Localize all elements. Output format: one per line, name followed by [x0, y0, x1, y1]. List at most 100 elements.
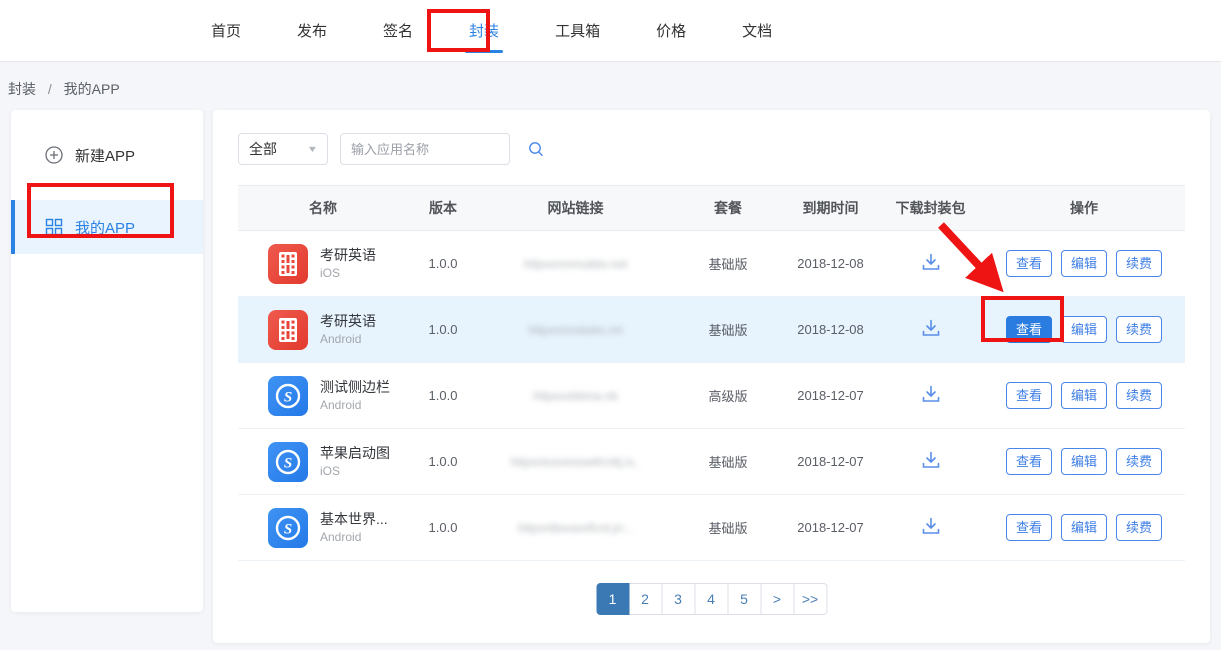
app-name-cell: S 基本世界...Android: [238, 508, 408, 548]
expiry-cell: 2018-12-08: [783, 256, 878, 271]
version-cell: 1.0.0: [408, 520, 478, 535]
chevron-down-icon: ▼: [307, 144, 319, 154]
table-row: S 苹果启动图iOS 1.0.0 httpxntusnesswtfcnttj.ix..…: [238, 429, 1185, 495]
plan-cell: 基础版: [673, 254, 783, 273]
view-button[interactable]: 查看: [1006, 250, 1052, 277]
column-header: 下载封装包: [878, 198, 983, 218]
download-icon[interactable]: [920, 317, 942, 339]
app-name-wrap: 测试侧边栏Android: [320, 378, 390, 413]
download-icon[interactable]: [920, 449, 942, 471]
page-button-5[interactable]: 5: [728, 583, 761, 615]
film-app-icon: [268, 310, 308, 350]
plan-cell: 基础版: [673, 452, 783, 471]
renew-button[interactable]: 续费: [1116, 514, 1162, 541]
plan-cell: 高级版: [673, 386, 783, 405]
app-name-wrap: 考研英语iOS: [320, 246, 376, 281]
search-icon[interactable]: [527, 140, 545, 158]
search-input[interactable]: [351, 142, 527, 157]
breadcrumb-parent[interactable]: 封装: [8, 81, 36, 97]
download-icon[interactable]: [920, 251, 942, 273]
app-name-cell: 考研英语iOS: [238, 244, 408, 284]
renew-button[interactable]: 续费: [1116, 316, 1162, 343]
blurred-link: httpxntbsvwvtfcnt.jrr...: [518, 521, 633, 535]
view-button[interactable]: 查看: [1006, 514, 1052, 541]
app-name: 苹果启动图: [320, 444, 390, 463]
view-button[interactable]: 查看: [1006, 382, 1052, 409]
edit-button[interactable]: 编辑: [1061, 316, 1107, 343]
view-button[interactable]: 查看: [1006, 316, 1052, 343]
app-platform: iOS: [320, 463, 390, 479]
plus-circle-icon: [45, 146, 63, 164]
nav-tab-价格[interactable]: 价格: [650, 0, 692, 61]
actions-cell: 查看编辑续费: [983, 382, 1185, 409]
renew-button[interactable]: 续费: [1116, 448, 1162, 475]
top-navigation: 首页发布签名封装工具箱价格文档: [0, 0, 1221, 62]
svg-text:S: S: [284, 455, 292, 471]
s-logo-app-icon: S: [268, 376, 308, 416]
expiry-cell: 2018-12-07: [783, 520, 878, 535]
download-cell: [878, 515, 983, 540]
app-name-cell: 考研英语Android: [238, 310, 408, 350]
column-header: 名称: [238, 198, 408, 218]
table-row: 考研英语iOS 1.0.0 httpxxnnvnukbs.net 基础版2018-12…: [238, 231, 1185, 297]
download-cell: [878, 317, 983, 342]
sidebar: 新建APP 我的APP: [11, 110, 203, 612]
edit-button[interactable]: 编辑: [1061, 382, 1107, 409]
version-cell: 1.0.0: [408, 322, 478, 337]
category-dropdown[interactable]: 全部 ▼: [238, 133, 328, 165]
app-table: 名称版本网站链接套餐到期时间下载封装包操作 考研英语iOS1.0.0httpxx…: [238, 185, 1185, 561]
nav-tab-文档[interactable]: 文档: [736, 0, 778, 61]
s-logo-app-icon: S: [268, 508, 308, 548]
page-button-1[interactable]: 1: [596, 583, 629, 615]
expiry-cell: 2018-12-07: [783, 388, 878, 403]
website-link-cell: httpxntbsvwvtfcnt.jrr...: [478, 520, 673, 535]
nav-tab-签名[interactable]: 签名: [377, 0, 419, 61]
breadcrumb: 封装 / 我的APP: [8, 79, 120, 99]
nav-tab-发布[interactable]: 发布: [291, 0, 333, 61]
nav-tab-首页[interactable]: 首页: [205, 0, 247, 61]
renew-button[interactable]: 续费: [1116, 382, 1162, 409]
column-header: 操作: [983, 198, 1185, 218]
version-cell: 1.0.0: [408, 256, 478, 271]
app-name: 测试侧边栏: [320, 378, 390, 397]
website-link-cell: httpxntusnesswtfcnttj.ix..: [478, 454, 673, 469]
page-button-2[interactable]: 2: [629, 583, 662, 615]
sidebar-item-label: 新建APP: [75, 145, 135, 166]
nav-tab-工具箱[interactable]: 工具箱: [549, 0, 606, 61]
app-name: 考研英语: [320, 312, 376, 331]
download-icon[interactable]: [920, 515, 942, 537]
table-header: 名称版本网站链接套餐到期时间下载封装包操作: [238, 185, 1185, 231]
grid-icon: [45, 218, 63, 236]
app-platform: iOS: [320, 265, 376, 281]
blurred-link: httpxxnnvnukbs.net: [524, 257, 627, 271]
app-name-wrap: 考研英语Android: [320, 312, 376, 347]
app-platform: Android: [320, 397, 390, 413]
page-button-3[interactable]: 3: [662, 583, 695, 615]
sidebar-item-new-app[interactable]: 新建APP: [11, 128, 203, 182]
film-app-icon: [268, 244, 308, 284]
sidebar-item-my-app[interactable]: 我的APP: [11, 200, 203, 254]
blurred-link: httpxntusnesswtfcnttj.ix..: [510, 455, 640, 469]
next-page-button[interactable]: >: [761, 583, 794, 615]
edit-button[interactable]: 编辑: [1061, 448, 1107, 475]
nav-tab-封装[interactable]: 封装: [463, 0, 505, 61]
blurred-link: httpxnnnxbsks.nrt: [528, 323, 622, 337]
last-page-button[interactable]: >>: [794, 583, 827, 615]
edit-button[interactable]: 编辑: [1061, 250, 1107, 277]
app-name: 基本世界...: [320, 510, 388, 529]
column-header: 到期时间: [783, 198, 878, 218]
page-button-4[interactable]: 4: [695, 583, 728, 615]
actions-cell: 查看编辑续费: [983, 448, 1185, 475]
version-cell: 1.0.0: [408, 454, 478, 469]
download-icon[interactable]: [920, 383, 942, 405]
website-link-cell: httpxxnnvnukbs.net: [478, 256, 673, 271]
dropdown-value: 全部: [249, 139, 277, 159]
blurred-link: httpsxxbbma.nb: [533, 389, 618, 403]
app-name-wrap: 苹果启动图iOS: [320, 444, 390, 479]
view-button[interactable]: 查看: [1006, 448, 1052, 475]
renew-button[interactable]: 续费: [1116, 250, 1162, 277]
plan-cell: 基础版: [673, 320, 783, 339]
svg-text:S: S: [284, 521, 292, 537]
app-name-wrap: 基本世界...Android: [320, 510, 388, 545]
edit-button[interactable]: 编辑: [1061, 514, 1107, 541]
